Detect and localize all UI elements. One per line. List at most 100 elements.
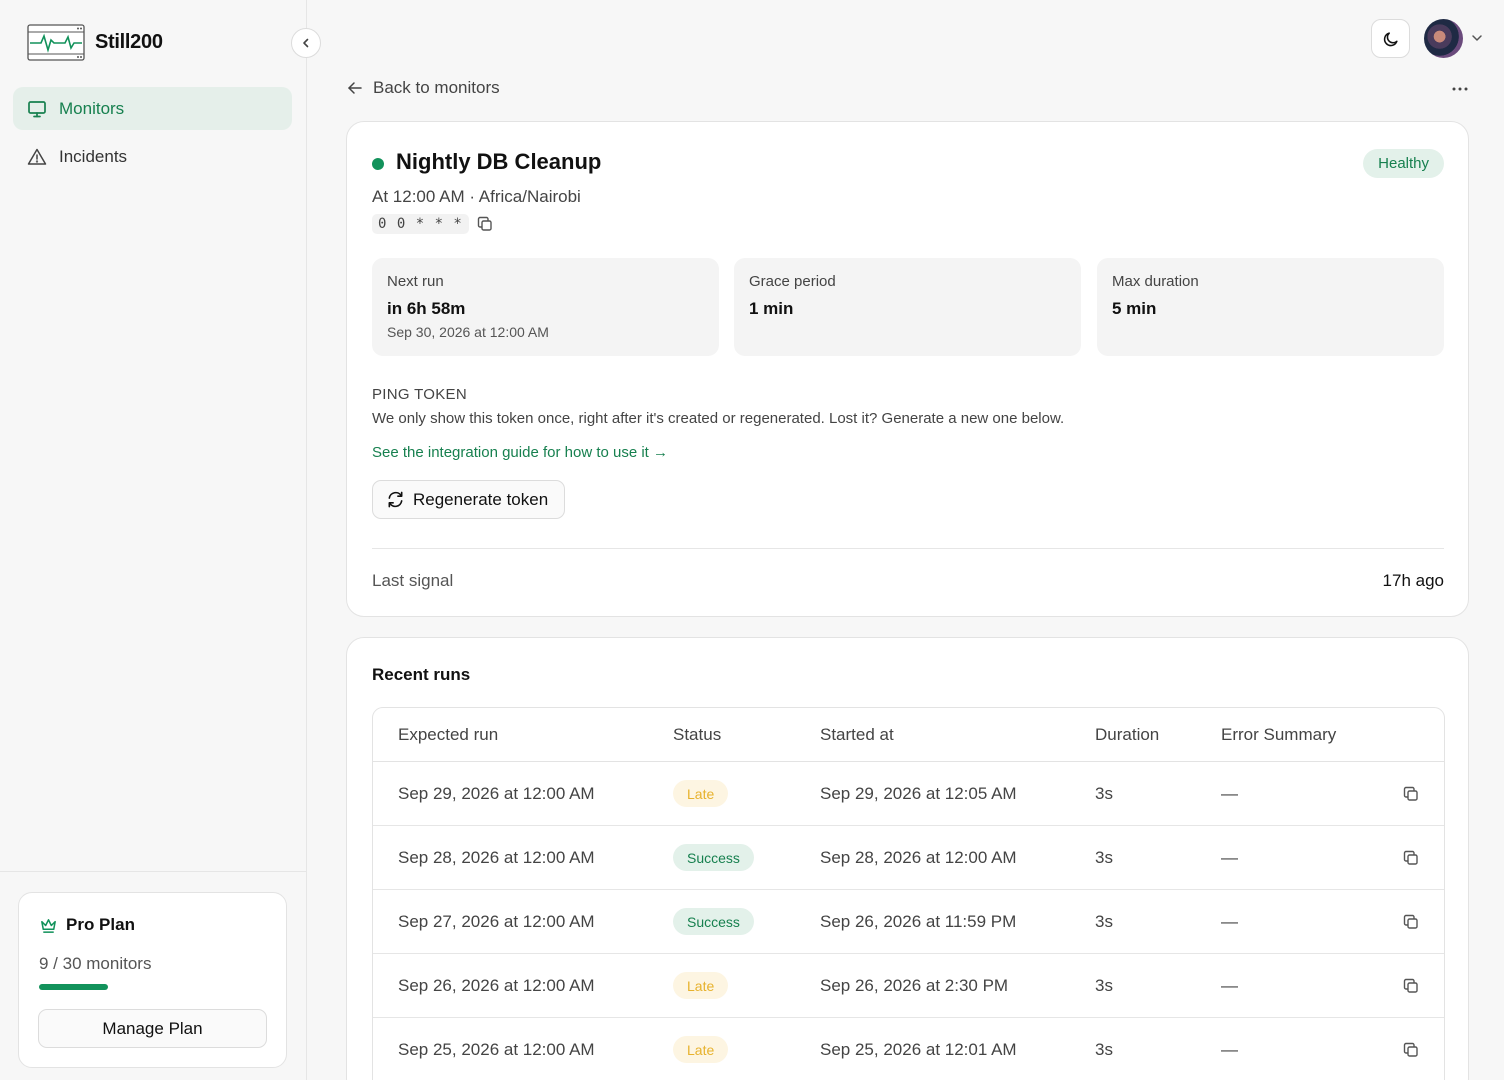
copy-icon[interactable] [1402,913,1420,931]
copy-icon[interactable] [476,215,494,233]
refresh-icon [386,490,405,509]
expected-run-cell: Sep 25, 2026 at 12:00 AM [398,1039,595,1059]
started-at-cell: Sep 25, 2026 at 12:01 AM [820,1039,1017,1059]
monitor-card: Nightly DB Cleanup Healthy At 12:00 AM ·… [346,121,1469,617]
sidebar-item-incidents[interactable]: Incidents [13,135,292,178]
status-badge: Success [673,844,754,871]
status-badge: Success [673,908,754,935]
copy-cell [1402,1018,1420,1080]
copy-cell [1402,762,1420,825]
arrow-left-icon [347,80,363,96]
stat-label: Next run [387,273,444,290]
brand-name: Still200 [95,31,163,53]
status-badge: Late [673,1036,729,1063]
collapse-sidebar-button[interactable] [291,28,321,58]
stat-value: in 6h 58m [387,299,466,318]
sidebar-item-label: Monitors [59,98,125,118]
cron-row: 0 0 * * * [372,214,494,234]
back-link-label: Back to monitors [373,78,500,97]
stat-value: 1 min [749,299,794,318]
stat-label: Max duration [1112,273,1199,290]
integration-guide-link[interactable]: See the integration guide for how to use… [372,444,668,461]
table-row: Sep 25, 2026 at 12:00 AM Late Sep 25, 20… [373,1018,1444,1080]
alert-triangle-icon [27,147,47,167]
stat-value: 5 min [1112,299,1157,318]
table-row: Sep 28, 2026 at 12:00 AM Success Sep 28,… [373,826,1444,890]
copy-cell [1402,954,1420,1017]
expected-run-cell: Sep 29, 2026 at 12:00 AM [398,783,595,803]
expected-run-cell: Sep 26, 2026 at 12:00 AM [398,975,595,995]
cron-expression: 0 0 * * * [372,214,469,234]
manage-plan-button[interactable]: Manage Plan [38,1009,267,1048]
regenerate-token-button[interactable]: Regenerate token [372,480,565,519]
copy-icon[interactable] [1402,849,1420,867]
column-header-duration: Duration [1095,724,1160,744]
error-summary-cell: — [1221,911,1238,931]
duration-cell: 3s [1095,783,1113,803]
monitor-title: Nightly DB Cleanup [396,149,602,174]
schedule-text: At 12:00 AM · Africa/Nairobi [372,187,581,206]
back-to-monitors-link[interactable]: Back to monitors [347,78,500,98]
status-badge: Healthy [1363,149,1444,178]
copy-cell [1402,826,1420,889]
sidebar-item-monitors[interactable]: Monitors [13,87,292,130]
regenerate-token-label: Regenerate token [413,489,549,509]
avatar[interactable] [1424,19,1463,58]
chevron-left-icon [303,38,309,48]
plan-usage: 9 / 30 monitors [39,954,152,973]
table-row: Sep 26, 2026 at 12:00 AM Late Sep 26, 20… [373,954,1444,1018]
next-run-stat: Next run in 6h 58m Sep 30, 2026 at 12:00… [372,258,719,356]
monitor-icon [27,99,47,119]
expected-run-cell: Sep 27, 2026 at 12:00 AM [398,911,595,931]
ping-token-description: We only show this token once, right afte… [372,410,1065,427]
recent-runs-title: Recent runs [372,665,471,684]
table-row: Sep 27, 2026 at 12:00 AM Success Sep 26,… [373,890,1444,954]
more-options-button[interactable] [1448,80,1472,98]
max-duration-stat: Max duration 5 min [1097,258,1444,356]
column-header-status: Status [673,724,722,744]
crown-icon [39,916,58,935]
duration-cell: 3s [1095,1039,1113,1059]
error-summary-cell: — [1221,1039,1238,1059]
sidebar: Still200 Monitors Incidents Pro Plan 9 /… [0,0,307,1080]
status-dot [372,158,384,170]
last-signal-value: 17h ago [1382,571,1444,590]
status-cell: Late [673,954,729,1017]
chevron-down-icon[interactable] [1470,31,1484,45]
duration-cell: 3s [1095,975,1113,995]
copy-cell [1402,890,1420,953]
started-at-cell: Sep 26, 2026 at 2:30 PM [820,975,1009,995]
sidebar-item-label: Incidents [59,146,128,166]
recent-runs-card: Recent runs Expected run Status Started … [346,637,1469,1080]
status-badge: Late [673,780,729,807]
sidebar-divider [0,871,306,872]
error-summary-cell: — [1221,783,1238,803]
column-header-started-at: Started at [820,724,894,744]
status-cell: Late [673,762,729,825]
column-header-error-summary: Error Summary [1221,724,1337,744]
ping-token-label: PING TOKEN [372,386,467,403]
duration-cell: 3s [1095,911,1113,931]
plan-card: Pro Plan 9 / 30 monitors Manage Plan [18,892,287,1068]
status-cell: Success [673,890,754,953]
status-cell: Late [673,1018,729,1080]
duration-cell: 3s [1095,847,1113,867]
brand[interactable]: Still200 [27,24,163,61]
table-header: Expected run Status Started at Duration … [373,708,1444,762]
error-summary-cell: — [1221,975,1238,995]
runs-table: Expected run Status Started at Duration … [372,707,1445,1080]
moon-icon [1383,31,1398,46]
plan-usage-bar [39,984,108,990]
status-cell: Success [673,826,754,889]
expected-run-cell: Sep 28, 2026 at 12:00 AM [398,847,595,867]
copy-icon[interactable] [1402,1041,1420,1059]
plan-title: Pro Plan [39,915,135,935]
card-divider [372,548,1444,549]
stat-sub: Sep 30, 2026 at 12:00 AM [387,324,549,340]
theme-toggle-button[interactable] [1371,19,1410,58]
plan-name: Pro Plan [66,915,135,934]
grace-period-stat: Grace period 1 min [734,258,1081,356]
status-badge: Late [673,972,729,999]
copy-icon[interactable] [1402,977,1420,995]
copy-icon[interactable] [1402,785,1420,803]
